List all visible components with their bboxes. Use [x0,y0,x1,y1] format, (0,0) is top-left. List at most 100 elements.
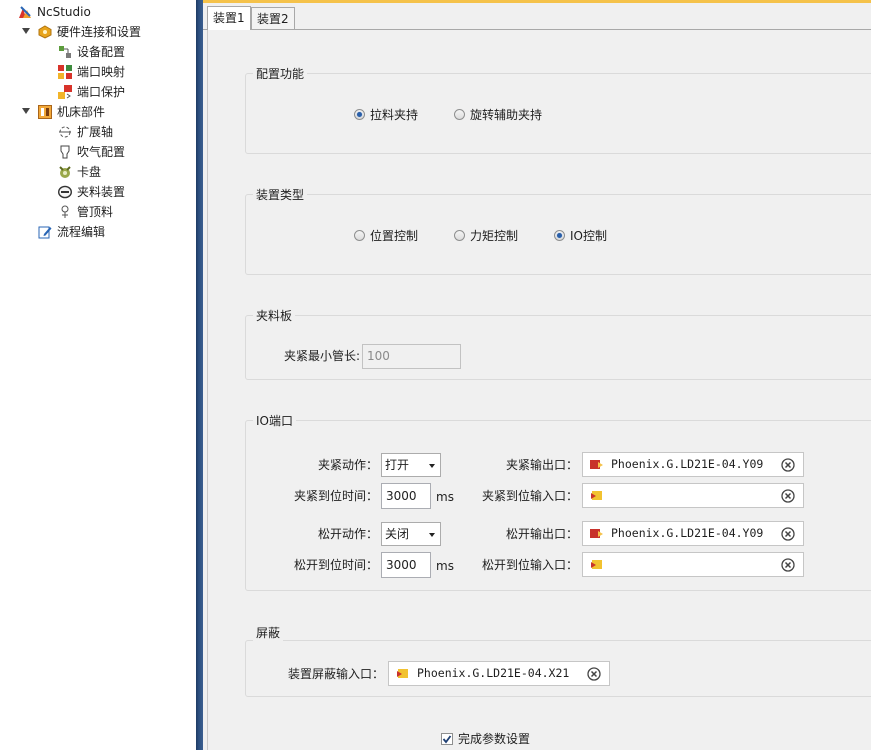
tree-item-clamp-device[interactable]: 夹料装置 [0,182,190,202]
output-port-icon [590,529,603,538]
tree-item-ext-axis[interactable]: 扩展轴 [0,122,190,142]
output-port-icon [590,460,603,469]
radio-unselected-icon [454,230,465,241]
tree-label-ext-axis: 扩展轴 [77,125,114,139]
tree-item-ncstudio[interactable]: NcStudio [0,2,190,22]
radio-label: 力矩控制 [470,229,519,243]
group-title-shield: 屏蔽 [253,624,284,641]
radio-torque-control[interactable]: 力矩控制 [454,228,518,244]
radio-rotate-assist-clamp[interactable]: 旋转辅助夹持 [454,107,542,123]
tree-item-port-protect[interactable]: 端口保护 [0,82,190,102]
release-action-select[interactable]: 关闭 [381,522,441,546]
edit-pencil-icon [38,226,52,239]
release-time-label: 松开到位时间： [293,558,378,572]
clear-icon[interactable] [781,458,795,472]
tab-device-2[interactable]: 装置2 [251,7,295,29]
tree-label-blow-config: 吹气配置 [77,145,126,159]
dropdown-arrow-icon [429,533,435,537]
pane-splitter[interactable] [196,0,203,750]
finish-settings-label: 完成参数设置 [458,732,531,746]
radio-label: IO控制 [570,229,607,243]
tree-label-port-protect: 端口保护 [77,85,126,99]
radio-pull-clamp[interactable]: 拉料夹持 [354,107,418,123]
group-title-clamp-plate: 夹料板 [253,307,296,324]
tree-item-port-map[interactable]: 端口映射 [0,62,190,82]
group-title-io-port: IO端口 [253,412,296,429]
radio-label: 位置控制 [370,229,419,243]
radio-position-control[interactable]: 位置控制 [354,228,418,244]
tree-item-blow-config[interactable]: 吹气配置 [0,142,190,162]
min-pipe-length-label: 夹紧最小管长: [283,349,360,363]
release-input-label: 松开到位输入口： [481,558,578,572]
radio-unselected-icon [454,109,465,120]
tree-item-device-config[interactable]: 设备配置 [0,42,190,62]
expand-arrow-icon[interactable] [22,108,30,114]
port-protect-icon [58,85,72,99]
release-action-label: 松开动作： [317,527,378,541]
dropdown-arrow-icon [429,464,435,468]
clamp-time-input[interactable]: 3000 [381,483,431,509]
tab-content: 配置功能 拉料夹持 旋转辅助夹持 装置类型 位置控制 力矩控制 IO控制 夹料板… [207,30,871,750]
tree-label-machine-parts: 机床部件 [57,105,106,119]
tree-item-hardware[interactable]: 硬件连接和设置 [0,22,190,42]
clamp-output-label: 夹紧输出口： [505,458,578,472]
shield-input-port-field[interactable]: Phoenix.G.LD21E-04.X21 [388,661,610,686]
release-input-port-field[interactable] [582,552,804,577]
radio-selected-icon [554,230,565,241]
tree-item-flow-edit[interactable]: 流程编辑 [0,222,190,242]
tree-label-pipe-top: 管顶料 [77,205,114,219]
clamp-time-unit: ms [436,490,454,504]
navigation-tree: NcStudio 硬件连接和设置 设备配置 端口映射 端口保护 机床部件 扩展轴… [0,0,196,750]
tree-item-machine-parts[interactable]: 机床部件 [0,102,190,122]
clamp-time-label: 夹紧到位时间： [293,489,378,503]
hardware-icon [38,25,52,39]
tree-label-device-config: 设备配置 [77,45,126,59]
clamp-device-icon [58,185,72,199]
radio-io-control[interactable]: IO控制 [554,228,607,244]
tree-item-chuck[interactable]: 卡盘 [0,162,190,182]
radio-selected-icon [354,109,365,120]
tree-label-chuck: 卡盘 [77,165,102,179]
tab-device-1[interactable]: 装置1 [207,6,251,30]
radio-label: 拉料夹持 [370,108,419,122]
machine-parts-icon [38,105,52,119]
tree-label-port-map: 端口映射 [77,65,126,79]
input-port-icon [397,669,408,678]
finish-settings-checkbox[interactable]: 完成参数设置 [441,731,530,747]
clear-icon[interactable] [781,489,795,503]
blow-nozzle-icon [60,145,70,159]
extension-axis-icon [59,126,71,138]
clamp-action-select[interactable]: 打开 [381,453,441,477]
tree-item-pipe-top[interactable]: 管顶料 [0,202,190,222]
tree-label-hardware: 硬件连接和设置 [57,25,142,39]
tree-label-flow-edit: 流程编辑 [57,225,106,239]
release-time-input[interactable]: 3000 [381,552,431,578]
release-action-value: 关闭 [385,527,410,541]
clear-icon[interactable] [587,667,601,681]
pipe-top-icon [61,205,69,218]
device-config-icon [59,46,71,58]
clear-icon[interactable] [781,527,795,541]
clamp-output-port-field[interactable]: Phoenix.G.LD21E-04.Y09 [582,452,804,477]
clamp-input-port-field[interactable] [582,483,804,508]
input-port-icon [591,560,602,569]
ncstudio-logo-icon [19,6,31,18]
shield-input-label: 装置屏蔽输入口： [287,667,384,681]
clear-icon[interactable] [781,558,795,572]
clamp-input-label: 夹紧到位输入口： [481,489,578,503]
clamp-action-label: 夹紧动作： [317,458,378,472]
top-accent-bar [203,0,871,3]
release-time-unit: ms [436,559,454,573]
expand-arrow-icon[interactable] [22,28,30,34]
group-title-device-type: 装置类型 [253,186,308,203]
shield-input-value: Phoenix.G.LD21E-04.X21 [417,666,570,680]
release-output-value: Phoenix.G.LD21E-04.Y09 [611,526,764,540]
release-output-label: 松开输出口： [505,527,578,541]
port-map-icon [58,65,72,79]
group-title-config-function: 配置功能 [253,65,308,82]
radio-label: 旋转辅助夹持 [470,108,543,122]
group-config-function [245,73,871,154]
release-output-port-field[interactable]: Phoenix.G.LD21E-04.Y09 [582,521,804,546]
checkbox-checked-icon [441,733,453,745]
min-pipe-length-input[interactable]: 100 [362,344,461,369]
